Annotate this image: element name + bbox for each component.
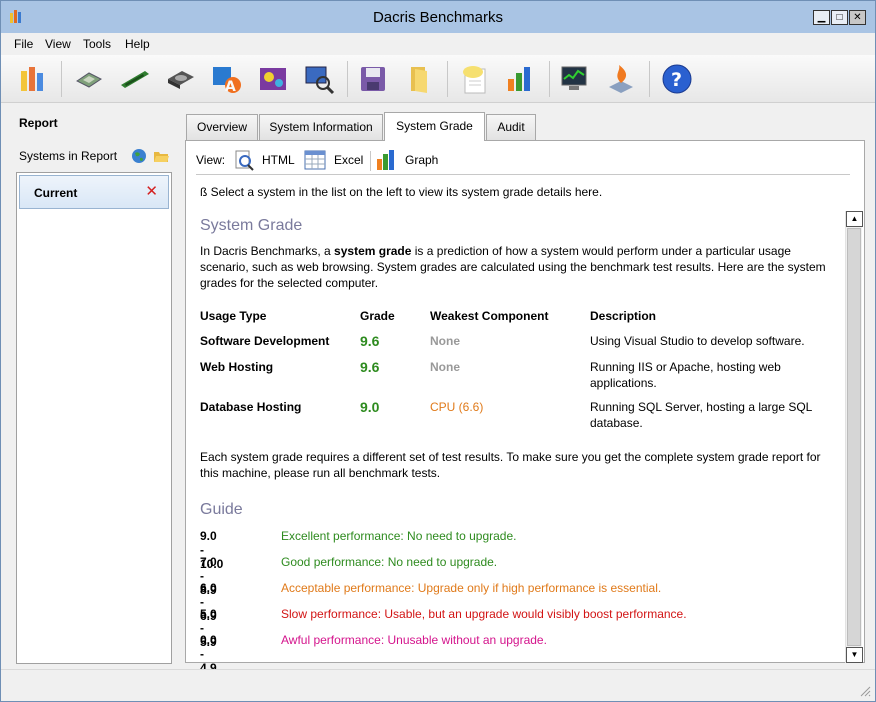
grades-table: Usage Type Grade Weakest Component Descr… xyxy=(200,309,840,439)
monitor-icon[interactable] xyxy=(559,63,591,95)
systems-list[interactable]: Current ✕ xyxy=(16,172,172,664)
column-header-description: Description xyxy=(590,309,657,323)
column-header-grade: Grade xyxy=(360,309,395,323)
help-icon[interactable]: ? xyxy=(661,63,693,95)
guide-description: Slow performance: Usable, but an upgrade… xyxy=(281,607,687,621)
toolbar-separator xyxy=(347,61,348,97)
view-separator xyxy=(370,151,371,171)
status-bar xyxy=(1,669,875,701)
usage-type: Database Hosting xyxy=(200,400,302,414)
guide-description: Excellent performance: No need to upgrad… xyxy=(281,529,517,543)
video-icon[interactable] xyxy=(257,63,289,95)
menu-view[interactable]: View xyxy=(45,37,71,51)
usage-description: Running SQL Server, hosting a large SQL … xyxy=(590,400,812,430)
weakest-component: None xyxy=(430,360,460,374)
benchmark-icon[interactable] xyxy=(17,63,49,95)
guide-description: Acceptable performance: Upgrade only if … xyxy=(281,581,662,595)
weakest-component: None xyxy=(430,334,460,348)
system-grade-footer: Each system grade requires a different s… xyxy=(200,450,821,480)
intro-text: In Dacris Benchmarks, a xyxy=(200,244,335,258)
html-view-icon[interactable] xyxy=(234,149,254,171)
tab-system-grade[interactable]: System Grade xyxy=(384,112,485,141)
grade-value: 9.6 xyxy=(360,333,380,349)
column-header-usage: Usage Type xyxy=(200,309,267,323)
svg-text:?: ? xyxy=(671,69,682,91)
minimize-button[interactable]: ▁ xyxy=(813,10,830,25)
selection-notice: ß Select a system in the list on the lef… xyxy=(200,185,603,199)
weakest-component: CPU (6.6) xyxy=(430,400,484,414)
html-view-button[interactable]: HTML xyxy=(262,153,295,167)
system-label: Current xyxy=(34,186,78,200)
window-title: Dacris Benchmarks xyxy=(372,9,504,26)
menu-bar: File View Tools Help xyxy=(1,33,875,55)
guide-description: Good performance: No need to upgrade. xyxy=(281,555,498,569)
menu-help[interactable]: Help xyxy=(125,37,150,51)
scroll-thumb[interactable] xyxy=(847,228,861,646)
graph-view-button[interactable]: Graph xyxy=(405,153,438,167)
toolbar-separator xyxy=(649,61,650,97)
usage-description: Running IIS or Apache, hosting web appli… xyxy=(590,360,781,390)
title-bar: Dacris Benchmarks ▁ □ ✕ xyxy=(1,1,875,33)
column-header-weakest: Weakest Component xyxy=(430,309,549,323)
memory-icon[interactable] xyxy=(119,63,151,95)
save-icon[interactable] xyxy=(357,63,389,95)
graphics-icon[interactable]: A xyxy=(211,63,243,95)
intro-bold-text: system grade xyxy=(334,244,412,258)
menu-tools[interactable]: Tools xyxy=(83,37,111,51)
toolbar: A ? xyxy=(1,55,875,103)
cpu-icon[interactable] xyxy=(73,63,105,95)
scroll-down-button[interactable]: ▼ xyxy=(846,647,863,663)
usage-description: Using Visual Studio to develop software. xyxy=(590,334,805,348)
stress-icon[interactable] xyxy=(605,63,637,95)
toolbar-separator xyxy=(61,61,62,97)
report-document: System Grade In Dacris Benchmarks, a sys… xyxy=(186,211,864,675)
grade-value: 9.0 xyxy=(360,399,380,415)
system-grade-intro: In Dacris Benchmarks, a system grade is … xyxy=(200,243,840,291)
notes-icon[interactable] xyxy=(459,63,491,95)
system-grade-section: System Grade In Dacris Benchmarks, a sys… xyxy=(200,217,840,291)
open-folder-icon[interactable] xyxy=(403,63,435,95)
toolbar-separator xyxy=(447,61,448,97)
open-folder-icon[interactable] xyxy=(153,148,169,164)
globe-icon[interactable] xyxy=(131,148,147,164)
excel-view-icon[interactable] xyxy=(304,149,326,171)
grade-value: 9.6 xyxy=(360,359,380,375)
systems-label: Systems in Report xyxy=(19,149,118,163)
app-window: Dacris Benchmarks ▁ □ ✕ File View Tools … xyxy=(0,0,876,702)
menu-file[interactable]: File xyxy=(14,37,33,51)
close-button[interactable]: ✕ xyxy=(849,10,866,25)
report-label: Report xyxy=(19,116,58,130)
graph-view-icon[interactable] xyxy=(376,149,396,171)
list-item[interactable]: Current ✕ xyxy=(19,175,169,209)
view-label: View: xyxy=(196,153,226,167)
content-pane: View: HTML Excel Graph ß Select a system… xyxy=(185,140,865,675)
usage-type: Software Development xyxy=(200,334,330,348)
report-panel: Report Systems in Report Current ✕ xyxy=(1,104,180,669)
network-icon[interactable] xyxy=(303,63,335,95)
view-bar: View: HTML Excel Graph xyxy=(196,149,850,175)
excel-view-button[interactable]: Excel xyxy=(334,153,363,167)
tab-system-information[interactable]: System Information xyxy=(259,114,383,140)
svg-text:A: A xyxy=(225,79,236,95)
tab-overview[interactable]: Overview xyxy=(186,114,258,140)
guide-description: Awful performance: Unusable without an u… xyxy=(281,633,547,647)
guide-heading: Guide xyxy=(200,501,243,518)
system-grade-heading: System Grade xyxy=(200,217,303,234)
resize-grip-icon[interactable] xyxy=(859,685,871,697)
scroll-up-button[interactable]: ▲ xyxy=(846,211,863,227)
remove-icon[interactable]: ✕ xyxy=(145,182,158,200)
disk-icon[interactable] xyxy=(165,63,197,95)
toolbar-separator xyxy=(549,61,550,97)
tab-audit[interactable]: Audit xyxy=(486,114,536,140)
chart-icon[interactable] xyxy=(505,63,537,95)
maximize-button[interactable]: □ xyxy=(831,10,848,25)
vertical-scrollbar[interactable]: ▲ ▼ xyxy=(845,211,863,663)
usage-type: Web Hosting xyxy=(200,360,274,374)
